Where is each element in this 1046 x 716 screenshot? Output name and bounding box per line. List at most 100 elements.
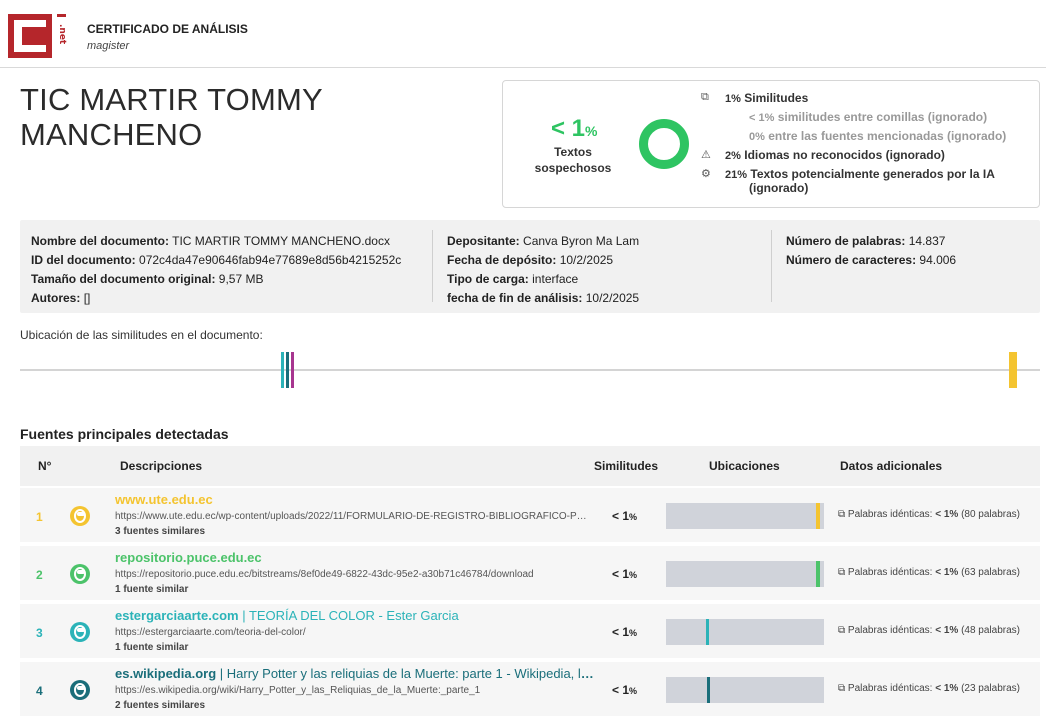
additional-data: ⧉ Palabras idénticas: < 1% (48 palabras) [838,625,1020,636]
copy-icon: ⧉ [701,91,709,103]
header-locations: Ubicaciones [709,459,780,473]
source-domain-link[interactable]: es.wikipedia.org [115,666,216,681]
source-title[interactable]: estergarciaarte.com | TEORÍA DEL COLOR -… [115,608,595,623]
metadata-key: Autores: [31,291,81,305]
source-row[interactable]: 3 estergarciaarte.com | TEORÍA DEL COLOR … [20,604,1040,658]
source-page-title: | Harry Potter y las reliquias de la Mue… [219,666,595,681]
summary-row-label: similitudes entre comillas (ignorado) [777,110,988,124]
similar-sources-count[interactable]: 2 fuentes similares [115,700,205,711]
language-icon: ⚠ [701,149,711,161]
metadata-value: 10/2/2025 [559,253,614,267]
summary-row-label: Textos potencialmente generados por la I… [750,167,995,181]
summary-row-pct: 0% [749,131,765,143]
source-location-bar[interactable] [666,677,824,703]
summary-card: < 1% Textos sospechosos ⧉ 1% Similitudes <… [502,80,1040,208]
metadata-line: Tamaño del documento original: 9,57 MB [31,270,431,289]
location-marker[interactable] [1009,352,1017,388]
similarity-value: < 1 [612,509,630,523]
document-title: TIC MARTIR TOMMY MANCHENO [20,82,323,152]
summary-row-pct: < 1% [749,112,775,124]
identical-words-label: Palabras idénticas: [847,625,933,636]
source-title[interactable]: www.ute.edu.ec [115,492,595,507]
source-domain-link[interactable]: repositorio.puce.edu.ec [115,550,262,565]
source-location-marker [816,503,820,529]
summary-row: ⚙ 21% Textos potencialmente generados por… [701,167,995,195]
similar-sources-count[interactable]: 3 fuentes similares [115,526,205,537]
source-number: 3 [36,626,43,640]
summary-row: ⧉ 1% Similitudes [701,91,808,105]
metadata-line: Número de caracteres: 94.006 [786,251,1026,270]
location-marker[interactable] [286,352,289,388]
metadata-line: fecha de fin de análisis: 10/2/2025 [447,289,767,308]
summary-row-label: Idiomas no reconocidos (ignorado) [744,148,945,162]
source-similarity: < 1% [612,509,637,523]
identical-words-count: (48 palabras) [961,625,1020,636]
metadata-value: TIC MARTIR TOMMY MANCHENO.docx [172,234,390,248]
identical-words-label: Palabras idénticas: [847,567,933,578]
metadata-line: Tipo de carga: interface [447,270,767,289]
metadata-key: Fecha de depósito: [447,253,557,267]
location-marker[interactable] [291,352,294,388]
sources-table-header: N° Descripciones Similitudes Ubicaciones… [20,446,1040,486]
metadata-key: fecha de fin de análisis: [447,291,583,305]
source-domain-link[interactable]: estergarciaarte.com [115,608,239,623]
source-url[interactable]: https://repositorio.puce.edu.ec/bitstrea… [115,569,590,580]
similar-sources-count[interactable]: 1 fuente similar [115,642,188,653]
globe-icon [70,506,90,526]
metadata-value: Canva Byron Ma Lam [523,234,640,248]
globe-icon [70,564,90,584]
summary-row-label: entre las fuentes mencionadas (ignorado) [768,129,1007,143]
summary-row: ⚠ 2% Idiomas no reconocidos (ignorado) [701,148,945,162]
source-row[interactable]: 1 www.ute.edu.ec https://www.ute.edu.ec/wp… [20,488,1040,542]
metadata-column-counts: Número de palabras: 14.837 Número de cara… [786,232,1026,270]
suspicious-label: Textos sospechosos [534,145,612,175]
location-marker[interactable] [281,352,284,388]
metadata-key: ID del documento: [31,253,136,267]
certificate-subtitle: magister [87,40,130,52]
header-descriptions: Descripciones [120,459,203,473]
metadata-key: Número de caracteres: [786,253,917,267]
suspicious-percentage: < 1% [551,115,598,142]
summary-row-label-cont: (ignorado) [749,181,809,195]
source-domain-link[interactable]: www.ute.edu.ec [115,492,213,507]
identical-words-label: Palabras idénticas: [847,683,933,694]
source-number: 1 [36,510,43,524]
additional-data: ⧉ Palabras idénticas: < 1% (23 palabras) [838,683,1020,694]
summary-row-pct: 21% [725,169,748,181]
metadata-column-document: Nombre del documento: TIC MARTIR TOMMY M… [31,232,431,308]
metadata-line: Número de palabras: 14.837 [786,232,1026,251]
source-title[interactable]: es.wikipedia.org | Harry Potter y las re… [115,666,595,681]
ai-icon: ⚙ [701,168,711,180]
globe-icon [70,680,90,700]
metadata-line: ID del documento: 072c4da47e90646fab94e7… [31,251,431,270]
source-url[interactable]: https://es.wikipedia.org/wiki/Harry_Pott… [115,685,590,696]
summary-row: < 1% similitudes entre comillas (ignorad… [749,110,987,124]
identical-words-pct: < 1% [935,625,959,636]
source-row[interactable]: 4 es.wikipedia.org | Harry Potter y las r… [20,662,1040,716]
copy-icon: ⧉ [838,567,848,578]
source-location-bar[interactable] [666,619,824,645]
source-url[interactable]: https://estergarciaarte.com/teoria-del-c… [115,627,590,638]
source-url[interactable]: https://www.ute.edu.ec/wp-content/upload… [115,511,590,522]
source-location-marker [816,561,820,587]
metadata-value: 9,57 MB [218,272,264,286]
similarity-unit: % [629,628,638,638]
copy-icon: ⧉ [838,625,848,636]
compilatio-logo: .net [8,10,72,62]
similar-sources-count[interactable]: 1 fuente similar [115,584,188,595]
source-location-bar[interactable] [666,561,824,587]
source-location-bar[interactable] [666,503,824,529]
metadata-value: [] [83,291,91,305]
source-similarity: < 1% [612,567,637,581]
similarity-unit: % [629,512,638,522]
similarity-donut-chart [639,119,689,169]
metadata-line: Depositante: Canva Byron Ma Lam [447,232,767,251]
source-title[interactable]: repositorio.puce.edu.ec [115,550,595,565]
source-row[interactable]: 2 repositorio.puce.edu.ec https://reposito… [20,546,1040,600]
header-num: N° [38,459,52,473]
metadata-key: Tipo de carga: [447,272,529,286]
globe-icon [70,622,90,642]
certificate-title: CERTIFICADO DE ANÁLISIS [87,22,248,36]
metadata-value: 072c4da47e90646fab94e77689e8d56b4215252c [139,253,402,267]
similarity-value: < 1 [612,683,630,697]
